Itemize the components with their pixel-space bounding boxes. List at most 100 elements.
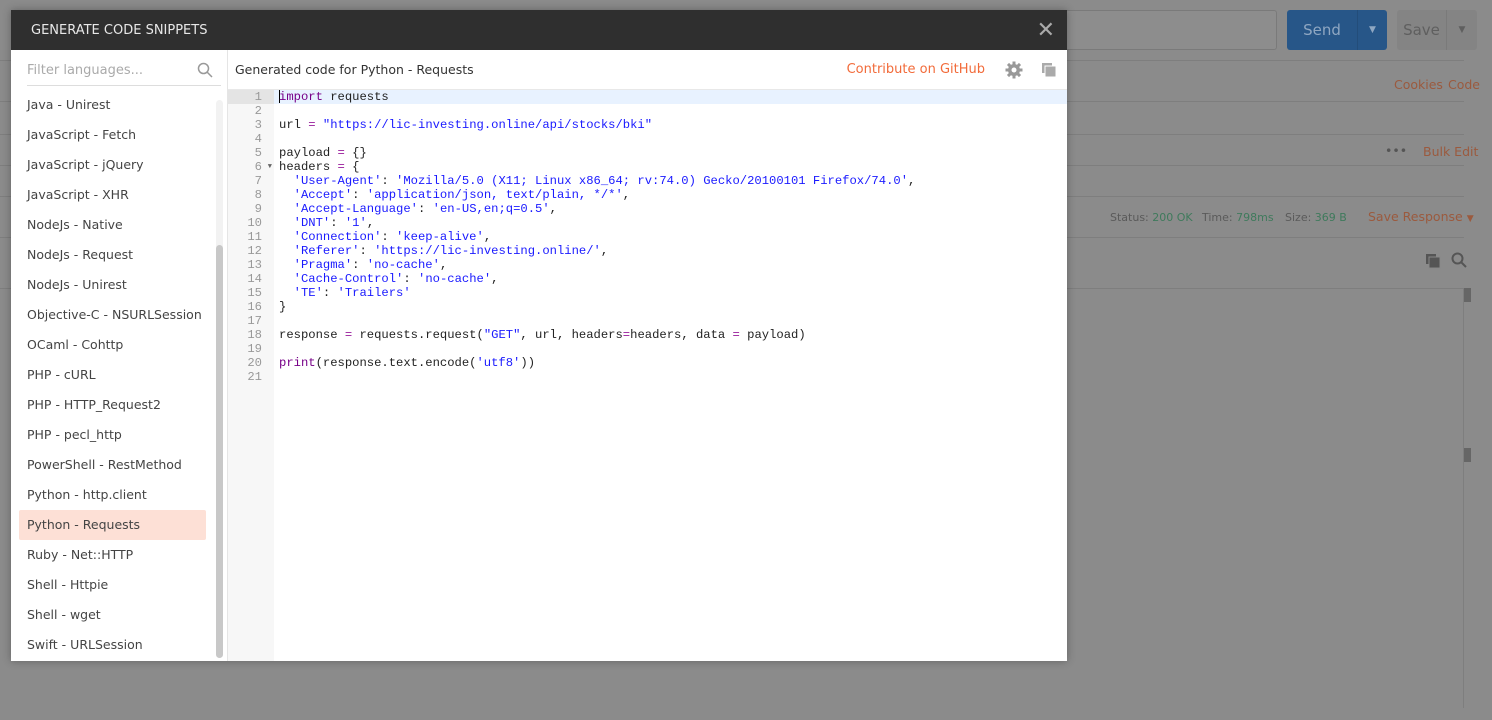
line-number: 13 xyxy=(247,258,262,272)
code-token: 'en-US,en;q=0.5' xyxy=(432,202,550,216)
code-token: 'utf8' xyxy=(476,356,521,370)
language-item[interactable]: NodeJs - Unirest xyxy=(19,270,206,300)
time-label: Time: xyxy=(1202,211,1233,224)
code-line: 'Accept-Language': 'en-US,en;q=0.5', xyxy=(274,202,1067,216)
code-token: : xyxy=(381,174,397,188)
language-item[interactable]: PHP - pecl_http xyxy=(19,420,206,450)
save-button[interactable]: Save ▼ xyxy=(1397,10,1477,50)
line-number: 19 xyxy=(247,342,262,356)
save-dropdown-icon[interactable]: ▼ xyxy=(1446,10,1477,50)
code-token: 'Accept-Language' xyxy=(293,202,418,216)
code-token: print xyxy=(279,356,316,370)
filter-languages-field xyxy=(27,56,221,86)
code-token: : xyxy=(322,286,338,300)
code-token: = xyxy=(337,146,345,160)
code-line: 'Referer': 'https://lic-investing.online… xyxy=(274,244,1067,258)
scrollbar-thumb[interactable] xyxy=(216,245,223,658)
language-item[interactable]: Shell - wget xyxy=(19,600,206,630)
modal-header: GENERATE CODE SNIPPETS ✕ xyxy=(11,10,1067,50)
language-item[interactable]: Java - Unirest xyxy=(19,90,206,120)
status-readout: Status: 200 OK xyxy=(1110,211,1193,224)
language-item[interactable]: JavaScript - XHR xyxy=(19,180,206,210)
copy-icon[interactable] xyxy=(1041,62,1057,78)
code-token: } xyxy=(279,300,287,314)
line-number: 21 xyxy=(247,370,262,384)
language-item[interactable]: JavaScript - jQuery xyxy=(19,150,206,180)
code-link[interactable]: Code xyxy=(1448,77,1480,92)
more-options-button[interactable]: ••• xyxy=(1385,143,1407,158)
language-item[interactable]: PHP - cURL xyxy=(19,360,206,390)
code-token: headers xyxy=(279,160,338,174)
close-icon[interactable]: ✕ xyxy=(1037,18,1055,43)
save-response-label: Save Response xyxy=(1368,209,1463,224)
send-dropdown-icon[interactable]: ▼ xyxy=(1357,10,1387,50)
line-number: 1 xyxy=(228,90,274,104)
code-token: {} xyxy=(344,146,367,160)
code-lines[interactable]: import requests url = "https://lic-invest… xyxy=(274,90,1067,384)
code-token: payload xyxy=(279,146,338,160)
code-line: 'Pragma': 'no-cache', xyxy=(274,258,1067,272)
code-token: headers, data xyxy=(630,328,733,342)
code-line: 'Connection': 'keep-alive', xyxy=(274,230,1067,244)
language-item[interactable]: OCaml - Cohttp xyxy=(19,330,206,360)
gear-icon[interactable] xyxy=(1005,61,1023,79)
copy-icon[interactable] xyxy=(1425,253,1441,269)
status-label: Status: xyxy=(1110,211,1149,224)
code-line: 'DNT': '1', xyxy=(274,216,1067,230)
search-icon[interactable] xyxy=(1451,252,1467,268)
language-item[interactable]: Shell - Httpie xyxy=(19,570,206,600)
code-token: 'https://lic-investing.online/' xyxy=(374,244,601,258)
language-item[interactable]: JavaScript - Fetch xyxy=(19,120,206,150)
cookies-link[interactable]: Cookies xyxy=(1394,77,1443,92)
language-item[interactable]: PowerShell - RestMethod xyxy=(19,450,206,480)
code-token: 'TE' xyxy=(293,286,323,300)
line-number-gutter: 1 2 3 4 5 6 ▼ 7 8 9 10 11 12 13 14 15 16 17 18 19 20 21 xyxy=(228,90,274,661)
code-token: : xyxy=(330,216,345,230)
send-button[interactable]: Send ▼ xyxy=(1287,10,1387,50)
code-line: import requests xyxy=(274,90,1067,104)
line-number: 7 xyxy=(254,174,262,188)
modal-title: GENERATE CODE SNIPPETS xyxy=(31,22,208,38)
code-editor[interactable]: 1 2 3 4 5 6 ▼ 7 8 9 10 11 12 13 14 15 16 17 18 19 20 21 impor… xyxy=(228,90,1067,661)
code-token: 'Trailers' xyxy=(337,286,411,300)
line-number: 2 xyxy=(254,104,262,118)
code-token: import xyxy=(279,90,323,104)
line-number: 4 xyxy=(254,132,262,146)
request-url-input[interactable] xyxy=(1060,10,1277,50)
line-number: 16 xyxy=(247,300,262,314)
language-item[interactable]: Swift - URLSession xyxy=(19,630,206,660)
code-token: , xyxy=(483,230,492,244)
language-item[interactable]: Python - Requests xyxy=(19,510,206,540)
save-response-button[interactable]: Save Response ▼ xyxy=(1368,209,1474,224)
contribute-github-link[interactable]: Contribute on GitHub xyxy=(847,62,985,77)
code-token: requests.request( xyxy=(352,328,484,342)
fold-arrow-icon[interactable]: ▼ xyxy=(268,160,272,174)
code-token: 'Connection' xyxy=(293,230,382,244)
code-token: '1' xyxy=(344,216,367,230)
language-item[interactable]: Objective-C - NSURLSession xyxy=(19,300,206,330)
language-item[interactable]: NodeJs - Native xyxy=(19,210,206,240)
code-line: 'TE': 'Trailers' xyxy=(274,286,1067,300)
language-item[interactable]: Python - http.client xyxy=(19,480,206,510)
code-token: 'User-Agent' xyxy=(293,174,382,188)
language-item[interactable]: PHP - HTTP_Request2 xyxy=(19,390,206,420)
response-scrollbar[interactable] xyxy=(1463,288,1473,708)
size-readout: Size: 369 B xyxy=(1285,211,1347,224)
language-item[interactable]: Ruby - Net::HTTP xyxy=(19,540,206,570)
code-line: response = requests.request("GET", url, … xyxy=(274,328,1067,342)
code-title: Generated code for Python - Requests xyxy=(235,62,474,77)
bulk-edit-link[interactable]: Bulk Edit xyxy=(1423,144,1478,159)
code-token: 'application/json, text/plain, */*' xyxy=(366,188,623,202)
language-item[interactable]: NodeJs - Request xyxy=(19,240,206,270)
filter-languages-input[interactable] xyxy=(27,63,187,78)
code-token: : xyxy=(403,272,418,286)
